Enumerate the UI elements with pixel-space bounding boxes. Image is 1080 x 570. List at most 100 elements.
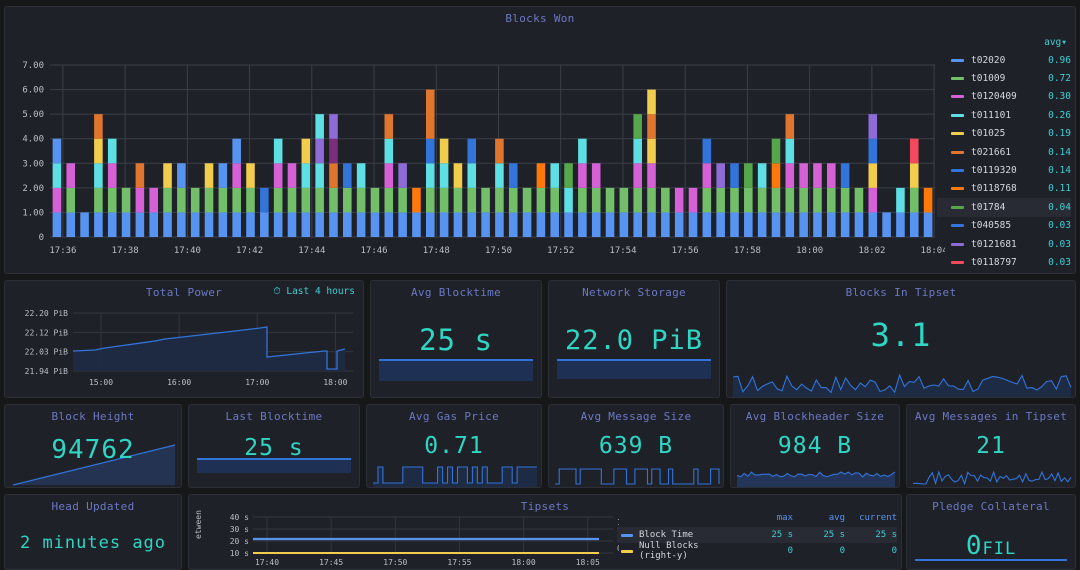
- grafana-dashboard: Blocks Won 7.006.005.004.003.002.001.000…: [0, 0, 1080, 570]
- legend-series-name[interactable]: t0118768: [971, 183, 1041, 194]
- legend-avg-value: 0.96: [1041, 55, 1071, 66]
- panel-title: Avg Gas Price: [367, 405, 541, 423]
- svg-text:17:48: 17:48: [423, 246, 450, 256]
- time-range-label: Last 4 hours: [286, 286, 355, 297]
- panel-tipsets[interactable]: Tipsets 40 s30 s20 s10 s17:4017:4517:501…: [188, 494, 902, 570]
- legend-avg-value: 0.11: [1041, 183, 1071, 194]
- legend-avg-value: 0.19: [1041, 128, 1071, 139]
- panel-avg-message-size[interactable]: Avg Message Size 639 B: [548, 404, 724, 488]
- sparkbar: [557, 359, 711, 379]
- legend-row[interactable]: t01204090.30: [937, 88, 1071, 106]
- svg-text:2.00: 2.00: [22, 184, 44, 194]
- panel-head-updated[interactable]: Head Updated 2 minutes ago: [4, 494, 182, 570]
- legend-series-name[interactable]: t0119320: [971, 165, 1041, 176]
- total-power-chart[interactable]: 22.20 PiB22.12 PiB22.03 PiB21.94 PiB15:0…: [5, 303, 363, 395]
- legend-avg-value: 0.03: [1041, 257, 1071, 268]
- svg-text:20 s: 20 s: [230, 537, 249, 546]
- legend-row[interactable]: t01187680.11: [937, 180, 1071, 198]
- panel-network-storage[interactable]: Network Storage 22.0 PiB: [548, 280, 720, 398]
- legend-avg-value: 0.30: [1041, 91, 1071, 102]
- legend-avg-value: 0.14: [1041, 147, 1071, 158]
- legend-row[interactable]: t01187970.03: [937, 253, 1071, 271]
- legend-avg-header[interactable]: avg▾: [937, 37, 1071, 51]
- legend-color-swatch: [951, 169, 964, 172]
- stat-value: 25 s: [371, 326, 541, 355]
- svg-text:16:00: 16:00: [167, 378, 191, 387]
- legend-column-header[interactable]: avg: [793, 513, 845, 523]
- svg-text:22.12 PiB: 22.12 PiB: [25, 328, 69, 337]
- stat-value: 0.71: [367, 435, 541, 458]
- blocks-in-tipset-sparkline: [727, 367, 1076, 397]
- legend-row[interactable]: t020200.96: [937, 51, 1071, 69]
- panel-title: Blocks Won: [5, 7, 1075, 25]
- tipsets-legend-header: maxavgcurrent: [617, 513, 897, 527]
- legend-series-name[interactable]: t01009: [971, 73, 1041, 84]
- svg-text:17:42: 17:42: [236, 246, 263, 256]
- legend-row[interactable]: t0216610.14: [937, 143, 1071, 161]
- legend-row[interactable]: t01193200.14: [937, 161, 1071, 179]
- legend-column-header[interactable]: current: [845, 513, 897, 523]
- panel-blocks-in-tipset[interactable]: Blocks In Tipset 3.1: [726, 280, 1076, 398]
- stat-value: 2 minutes ago: [5, 535, 181, 552]
- panel-total-power[interactable]: Total Power ⏱ Last 4 hours 22.20 PiB22.1…: [4, 280, 364, 398]
- svg-text:6.00: 6.00: [22, 86, 44, 96]
- panel-avg-gas-price[interactable]: Avg Gas Price 0.71: [366, 404, 542, 488]
- svg-text:3.00: 3.00: [22, 159, 44, 169]
- legend-row[interactable]: t017840.04: [937, 198, 1071, 216]
- legend-row[interactable]: t010090.72: [937, 69, 1071, 87]
- panel-avg-blocktime[interactable]: Avg Blocktime 25 s: [370, 280, 542, 398]
- legend-series-name[interactable]: Null Blocks (right-y): [639, 541, 741, 561]
- legend-series-name[interactable]: t021661: [971, 147, 1041, 158]
- legend-series-name[interactable]: t0120409: [971, 91, 1041, 102]
- svg-text:40 s: 40 s: [230, 513, 249, 522]
- legend-series-name[interactable]: t02020: [971, 55, 1041, 66]
- legend-avg-value: 0.04: [1041, 202, 1071, 213]
- svg-text:17:45: 17:45: [319, 558, 343, 567]
- stat-value: 3.1: [727, 319, 1075, 351]
- panel-pledge-collateral[interactable]: Pledge Collateral 0FIL: [906, 494, 1076, 570]
- legend-row[interactable]: t010250.19: [937, 125, 1071, 143]
- legend-series-name[interactable]: Block Time: [639, 530, 741, 540]
- panel-avg-blockheader-size[interactable]: Avg Blockheader Size 984 B: [730, 404, 900, 488]
- legend-series-name[interactable]: t040585: [971, 220, 1041, 231]
- tipsets-chart[interactable]: 40 s30 s20 s10 s17:4017:4517:5017:5518:0…: [189, 509, 619, 567]
- svg-text:0: 0: [39, 233, 44, 243]
- legend-series-name[interactable]: t0121681: [971, 239, 1041, 250]
- legend-avg-value: 0.72: [1041, 73, 1071, 84]
- legend-series-name[interactable]: t01784: [971, 202, 1041, 213]
- avg-messages-in-tipset-sparkline: [907, 461, 1076, 487]
- svg-text:10 s: 10 s: [230, 549, 249, 558]
- legend-avg-value: 0.03: [1041, 239, 1071, 250]
- legend-series-name[interactable]: t011101: [971, 110, 1041, 121]
- panel-last-blocktime[interactable]: Last Blocktime 25 s: [188, 404, 360, 488]
- svg-text:17:46: 17:46: [361, 246, 388, 256]
- legend-row[interactable]: t01216810.03: [937, 235, 1071, 253]
- time-range-picker[interactable]: ⏱ Last 4 hours: [273, 286, 355, 297]
- svg-text:17:54: 17:54: [609, 246, 636, 256]
- legend-color-swatch: [621, 550, 633, 553]
- panel-blocks-won[interactable]: Blocks Won 7.006.005.004.003.002.001.000…: [4, 6, 1076, 274]
- tipsets-legend-row[interactable]: Null Blocks (right-y)000: [617, 543, 897, 559]
- svg-text:15:00: 15:00: [89, 378, 113, 387]
- svg-text:18:05: 18:05: [576, 558, 600, 567]
- legend-row[interactable]: t0405850.03: [937, 217, 1071, 235]
- avg-gas-price-sparkline: [367, 461, 542, 487]
- panel-avg-messages-in-tipset[interactable]: Avg Messages in Tipset 21: [906, 404, 1076, 488]
- svg-text:17:44: 17:44: [298, 246, 325, 256]
- legend-color-swatch: [951, 261, 964, 264]
- legend-column-header[interactable]: max: [741, 513, 793, 523]
- legend-row[interactable]: t0111010.26: [937, 106, 1071, 124]
- legend-series-name[interactable]: t0118797: [971, 257, 1041, 268]
- sparkbar: [915, 559, 1067, 565]
- legend-color-swatch: [951, 114, 964, 117]
- blocks-won-chart[interactable]: 7.006.005.004.003.002.001.00017:3617:381…: [5, 25, 1075, 265]
- legend-series-name[interactable]: t01025: [971, 128, 1041, 139]
- panel-title: Blocks In Tipset: [727, 281, 1075, 299]
- pledge-number: 0: [966, 531, 983, 561]
- legend-color-swatch: [951, 151, 964, 154]
- panel-block-height[interactable]: Block Height 94762: [4, 404, 182, 488]
- panel-title: Network Storage: [549, 281, 719, 299]
- stat-value: 21: [907, 435, 1075, 458]
- svg-text:30 s: 30 s: [230, 525, 249, 534]
- sparkbar: [197, 458, 351, 473]
